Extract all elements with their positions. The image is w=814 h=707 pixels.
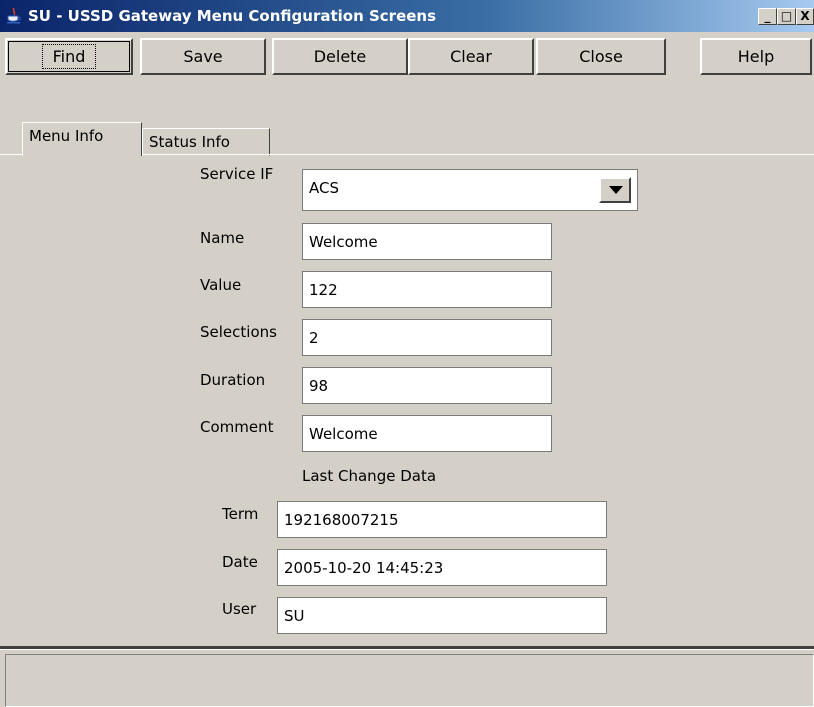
name-label: Name xyxy=(200,229,245,247)
term-label: Term xyxy=(222,505,259,523)
minimize-button[interactable]: _ xyxy=(758,8,777,25)
clear-button[interactable]: Clear xyxy=(408,38,534,75)
close-button[interactable]: Close xyxy=(536,38,666,75)
last-change-heading: Last Change Data xyxy=(302,467,437,485)
close-icon: X xyxy=(800,9,810,23)
minimize-icon: _ xyxy=(764,9,771,23)
service-if-select[interactable]: ACS xyxy=(302,169,638,211)
menu-info-panel: Service IF ACS Name Welcome Value 122 Se… xyxy=(0,154,814,642)
service-if-label: Service IF xyxy=(200,165,274,183)
java-cup-icon xyxy=(7,7,21,24)
duration-label: Duration xyxy=(200,371,266,389)
close-window-button[interactable]: X xyxy=(796,8,814,25)
maximize-button[interactable]: □ xyxy=(777,8,796,25)
title-bar[interactable]: SU - USSD Gateway Menu Configuration Scr… xyxy=(0,0,814,32)
status-bar xyxy=(5,654,814,707)
value-field[interactable]: 122 xyxy=(302,271,552,308)
help-button[interactable]: Help xyxy=(700,38,812,75)
service-if-dropdown-button[interactable] xyxy=(599,177,631,203)
comment-field[interactable]: Welcome xyxy=(302,415,552,452)
tab-status-info[interactable]: Status Info xyxy=(142,128,270,156)
user-label: User xyxy=(222,600,257,618)
save-button[interactable]: Save xyxy=(140,38,266,75)
window-title: SU - USSD Gateway Menu Configuration Scr… xyxy=(28,7,437,25)
duration-field[interactable]: 98 xyxy=(302,367,552,404)
selections-label: Selections xyxy=(200,323,277,341)
find-button[interactable]: Find xyxy=(5,38,133,75)
date-field[interactable]: 2005-10-20 14:45:23 xyxy=(277,549,607,586)
date-label: Date xyxy=(222,553,258,571)
selections-field[interactable]: 2 xyxy=(302,319,552,356)
comment-label: Comment xyxy=(200,418,274,436)
tab-menu-info[interactable]: Menu Info xyxy=(22,122,142,156)
user-field[interactable]: SU xyxy=(277,597,607,634)
delete-button[interactable]: Delete xyxy=(272,38,408,75)
name-field[interactable]: Welcome xyxy=(302,223,552,260)
term-field[interactable]: 192168007215 xyxy=(277,501,607,538)
chevron-down-icon xyxy=(609,186,623,194)
value-label: Value xyxy=(200,276,242,294)
separator xyxy=(0,646,814,650)
maximize-icon: □ xyxy=(780,9,793,23)
